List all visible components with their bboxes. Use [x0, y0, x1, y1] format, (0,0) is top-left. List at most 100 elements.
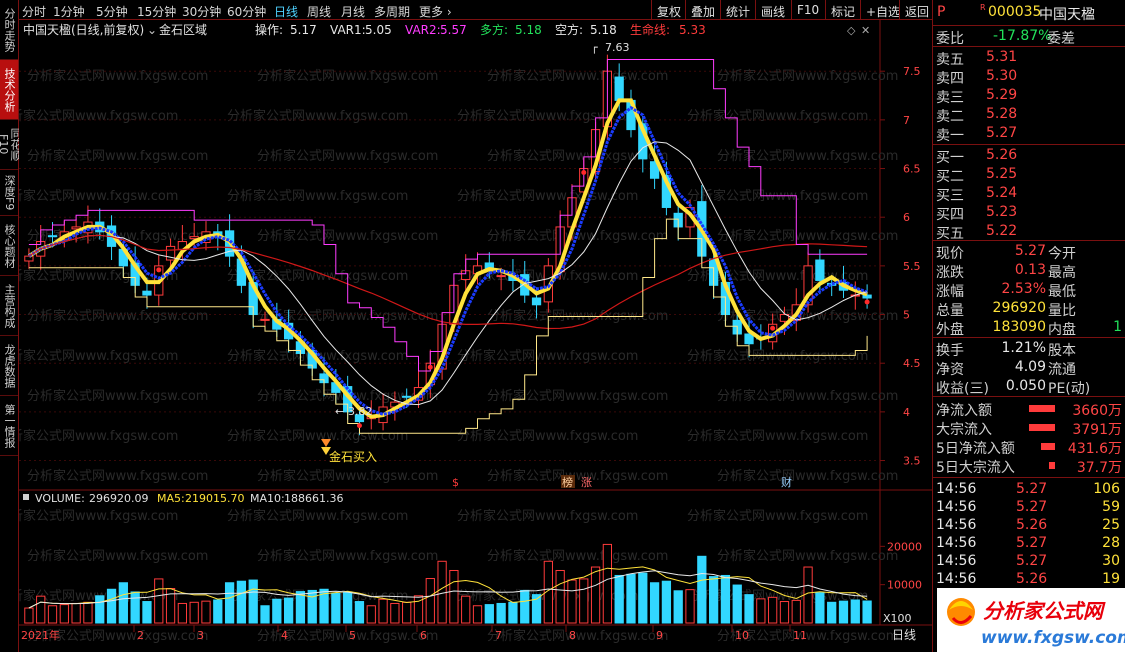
f10-button[interactable]: F10: [791, 0, 824, 20]
volume-bar: [791, 599, 801, 624]
settings-diamond-icon[interactable]: ◇: [847, 24, 856, 37]
volume-bar: [366, 605, 376, 624]
stock-code[interactable]: 000035: [988, 4, 1041, 20]
biaoji-button[interactable]: 标记: [825, 0, 860, 20]
event-dollar[interactable]: $: [452, 476, 459, 489]
flow-bar: [1049, 462, 1055, 469]
indicator-item-label: 空方:: [555, 22, 583, 37]
stat-row: 涨跌 0.13 最高: [933, 261, 1125, 281]
stat-label: 总量: [936, 303, 964, 319]
nav-f9[interactable]: 深度F9: [0, 170, 18, 216]
diejia-button[interactable]: 叠加: [685, 0, 720, 20]
ask-row[interactable]: 卖三 5.29: [933, 86, 1125, 106]
stat-value: 296920: [992, 300, 1046, 316]
watermark-text: 分析家公式网www.fxgsw.com: [257, 548, 438, 564]
tick-time: 14:56: [936, 517, 977, 533]
ask-row[interactable]: 卖五 5.31: [933, 48, 1125, 68]
period-month[interactable]: 月线: [341, 3, 365, 20]
event-cai[interactable]: 财: [781, 475, 792, 489]
period-60min[interactable]: 60分钟: [227, 3, 266, 20]
close-icon[interactable]: ✕: [861, 24, 870, 37]
period-multi[interactable]: 多周期: [374, 3, 410, 20]
candle-body: [47, 235, 58, 238]
event-bang[interactable]: 榜: [562, 475, 573, 489]
volume-bar: [24, 607, 34, 624]
period-15min[interactable]: 15分钟: [137, 3, 176, 20]
watermark-text: 分析家公式网www.fxgsw.com: [717, 388, 898, 404]
high-marker: ┌: [591, 41, 598, 54]
volume-bar: [461, 595, 471, 624]
ask-row[interactable]: 卖一 5.27: [933, 124, 1125, 144]
volume-bar: [508, 601, 518, 624]
stat2-label: 净资: [936, 362, 964, 378]
bid-row[interactable]: 买五 5.22: [933, 222, 1125, 242]
volume-bar: [850, 599, 860, 624]
watermark-text: 分析家公式网www.fxgsw.com: [687, 108, 868, 124]
bid-price: 5.25: [986, 166, 1018, 182]
stat-label-2: 内盘: [1048, 322, 1076, 338]
volume-bar: [71, 602, 81, 624]
fuquan-button[interactable]: 复权: [651, 0, 686, 20]
nav-qingbao[interactable]: 第一情报: [0, 396, 18, 456]
ask-price: 5.27: [986, 125, 1018, 141]
period-day[interactable]: 日线: [274, 3, 298, 20]
signal-dot: [156, 267, 162, 273]
price-tick-label: 3.5: [903, 455, 921, 468]
indicator-item-value: 5.05: [365, 23, 392, 37]
period-fenshi[interactable]: 分时: [22, 3, 46, 20]
bid-row[interactable]: 买三 5.24: [933, 184, 1125, 204]
period-5min[interactable]: 5分钟: [96, 3, 128, 20]
chart-area[interactable]: 分析家公式网www.fxgsw.com 分析家公式网www.fxgsw.com 分析…: [0, 20, 932, 652]
candle-body: [24, 255, 34, 262]
quote-header: P R 000035 中国天楹: [933, 3, 1125, 24]
watermark-text: 分析家公式网www.fxgsw.com: [257, 228, 438, 244]
stat2-label-2: 股本: [1048, 343, 1076, 359]
indicator-name[interactable]: 金石区域: [159, 22, 207, 37]
tick-row: 14:56 5.26 19: [933, 570, 1125, 589]
back-button[interactable]: 返回: [899, 0, 934, 20]
month-label: 10: [735, 629, 749, 642]
volume-bar: [685, 589, 695, 624]
period-30min[interactable]: 30分钟: [182, 3, 221, 20]
ask-row[interactable]: 卖二 5.28: [933, 105, 1125, 125]
period-1min[interactable]: 1分钟: [53, 3, 85, 20]
bid-row[interactable]: 买四 5.23: [933, 203, 1125, 223]
huaxian-button[interactable]: 画线: [755, 0, 790, 20]
nav-jishu[interactable]: 技术分析: [0, 60, 18, 120]
logo-url: www.fxgsw.com: [981, 628, 1125, 648]
candle-body: [614, 76, 624, 101]
watermark-text: 分析家公式网www.fxgsw.com: [457, 348, 638, 364]
period-week[interactable]: 周线: [307, 3, 331, 20]
ma10-value: 188661.36: [284, 492, 344, 505]
flow-label: 5日净流入额: [936, 441, 1015, 457]
watermark-text: 分析家公式网www.fxgsw.com: [257, 68, 438, 84]
stat-label: 外盘: [936, 322, 964, 338]
ask-row[interactable]: 卖四 5.30: [933, 67, 1125, 87]
divider: [933, 144, 1125, 145]
kline-chart[interactable]: 分析家公式网www.fxgsw.com 分析家公式网www.fxgsw.com 分析…: [0, 20, 932, 652]
period-more[interactable]: 更多 ›: [419, 3, 452, 20]
month-label: 8: [569, 629, 576, 642]
indicator-dropdown-icon[interactable]: ⌄: [147, 23, 157, 37]
volume-bar: [614, 574, 624, 624]
divider: [933, 240, 1125, 241]
flow-value: 431.6万: [1067, 441, 1122, 457]
volume-bar: [838, 600, 849, 624]
event-zhang[interactable]: 涨: [581, 476, 592, 489]
low-marker: ←: [335, 405, 344, 418]
nav-fenshi[interactable]: 分时走势: [0, 0, 18, 60]
stock-name[interactable]: 中国天楹: [1039, 4, 1095, 24]
ma5-label: MA5:: [157, 492, 185, 505]
nav-ticai[interactable]: 核心题材: [0, 216, 18, 276]
indicator-item-value: 5.33: [679, 23, 706, 37]
buy-signal-label: 金石买入: [329, 449, 377, 464]
nav-longhu[interactable]: 龙虎数据: [0, 336, 18, 396]
logo-name: 分析家公式网: [983, 599, 1106, 623]
bid-row[interactable]: 买二 5.25: [933, 165, 1125, 185]
stat2-row: 换手 1.21% 股本: [933, 339, 1125, 359]
bid-row[interactable]: 买一 5.26: [933, 146, 1125, 166]
weibi-value: -17.87%: [993, 28, 1052, 44]
nav-goucheng[interactable]: 主营构成: [0, 276, 18, 336]
tongji-button[interactable]: 统计: [720, 0, 755, 20]
nav-f10[interactable]: 同花顺F10: [0, 120, 22, 170]
